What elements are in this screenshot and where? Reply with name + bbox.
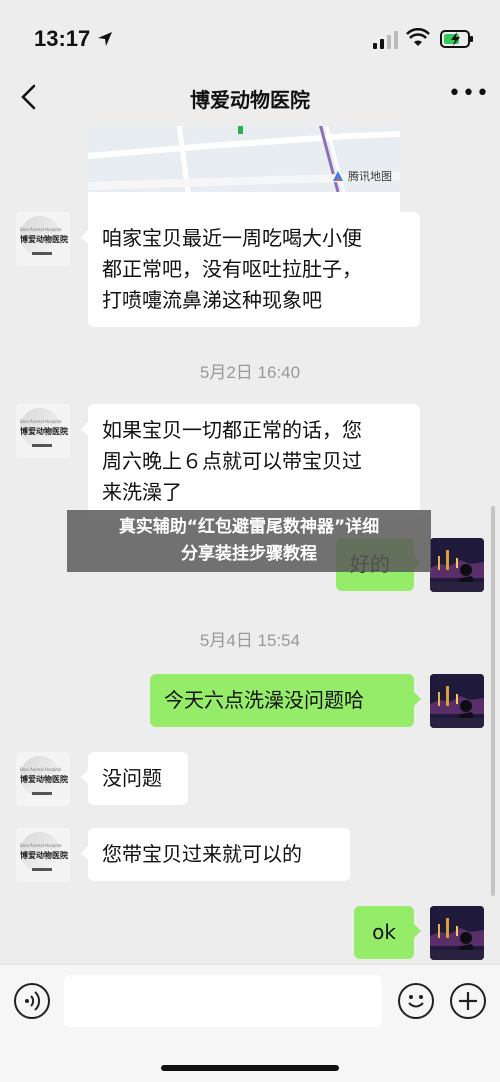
map-provider-text: 腾讯地图 — [348, 170, 392, 183]
banner-line: 分享装挂步骤教程 — [181, 544, 317, 564]
location-arrow-icon — [98, 32, 112, 46]
voice-icon[interactable] — [14, 983, 50, 1019]
map-provider-label: 腾讯地图 — [331, 168, 392, 184]
message-bubble-sent[interactable]: 今天六点洗澡没问题哈 — [150, 674, 421, 727]
message-bubble-received[interactable]: 咱家宝贝最近一周吃喝大小便 都正常吧，没有呕吐拉肚子， 打喷嚏流鼻涕这种现象吧 — [81, 212, 420, 327]
user-avatar-image — [430, 906, 484, 960]
avatar-chinese-text: 博爱动物医院 — [20, 851, 68, 860]
message-line: 来洗澡了 — [102, 480, 182, 504]
wifi-icon — [406, 28, 430, 46]
message-input[interactable] — [64, 975, 382, 1027]
voice-wave-glyph — [25, 991, 41, 1011]
message-line: 打喷嚏流鼻涕这种现象吧 — [102, 288, 322, 312]
battery-charging-icon — [440, 30, 473, 48]
status-bar: 13:17 — [0, 0, 500, 70]
home-indicator[interactable] — [161, 1065, 339, 1071]
map-image: 腾讯地图 — [88, 126, 400, 193]
message-bubble-sent[interactable]: ok — [354, 906, 421, 959]
chat-header: 博爱动物医院 ••• — [0, 70, 500, 126]
message-bubble-received[interactable]: 如果宝贝一切都正常的话，您 周六晚上６点就可以带宝贝过 来洗澡了 — [81, 404, 420, 519]
scrollbar[interactable] — [491, 506, 495, 896]
avatar-underline — [32, 252, 52, 255]
message-text: 您带宝贝过来就可以的 — [102, 842, 302, 866]
user-avatar[interactable] — [430, 906, 484, 960]
user-avatar-image — [430, 538, 484, 592]
hospital-avatar[interactable]: Boai Animal Hospital 博爱动物医院 — [16, 752, 70, 806]
hospital-avatar[interactable]: Boai Animal Hospital 博爱动物医院 — [16, 212, 70, 266]
plus-glyph — [459, 992, 477, 1010]
message-text: 没问题 — [102, 766, 162, 790]
message-line: 咱家宝贝最近一周吃喝大小便 — [102, 226, 362, 250]
emoji-icon[interactable] — [398, 983, 434, 1019]
message-line: 都正常吧，没有呕吐拉肚子， — [102, 257, 362, 281]
hospital-avatar[interactable]: Boai Animal Hospital 博爱动物医院 — [16, 828, 70, 882]
user-avatar-image — [430, 674, 484, 728]
avatar-english-text: Boai Animal Hospital — [20, 419, 62, 424]
avatar-underline — [32, 792, 52, 795]
message-line: 如果宝贝一切都正常的话，您 — [102, 418, 362, 442]
message-line: 周六晚上６点就可以带宝贝过 — [102, 449, 362, 473]
page-title: 博爱动物医院 — [190, 88, 310, 112]
message-timestamp: 5月4日 15:54 — [199, 631, 301, 650]
smiley-glyph — [408, 995, 424, 1008]
cellular-signal-icon — [373, 31, 398, 49]
avatar-english-text: Boai Animal Hospital — [20, 227, 62, 232]
tencent-map-logo-icon — [333, 171, 343, 181]
overlay-title-banner: 真实辅助“红包避雷尾数神器”详细 分享装挂步骤教程 — [67, 510, 431, 572]
message-text: 今天六点洗澡没问题哈 — [164, 688, 364, 712]
avatar-english-text: Boai Animal Hospital — [20, 767, 62, 772]
avatar-chinese-text: 博爱动物医院 — [20, 775, 68, 784]
avatar-chinese-text: 博爱动物医院 — [20, 235, 68, 244]
status-time: 13:17 — [34, 26, 91, 51]
avatar-chinese-text: 博爱动物医院 — [20, 427, 68, 436]
user-avatar[interactable] — [430, 674, 484, 728]
message-bubble-received[interactable]: 没问题 — [81, 752, 188, 805]
user-avatar[interactable] — [430, 538, 484, 592]
banner-line: 真实辅助“红包避雷尾数神器”详细 — [118, 517, 380, 537]
plus-icon[interactable] — [450, 983, 486, 1019]
avatar-underline — [32, 444, 52, 447]
hospital-avatar[interactable]: Boai Animal Hospital 博爱动物医院 — [16, 404, 70, 458]
message-bubble-received[interactable]: 您带宝贝过来就可以的 — [81, 828, 350, 881]
avatar-underline — [32, 868, 52, 871]
message-timestamp: 5月2日 16:40 — [199, 363, 301, 382]
avatar-english-text: Boai Animal Hospital — [20, 843, 62, 848]
message-text: ok — [372, 920, 396, 944]
more-horizontal-icon[interactable]: ••• — [448, 83, 489, 108]
input-bar — [0, 964, 500, 1082]
